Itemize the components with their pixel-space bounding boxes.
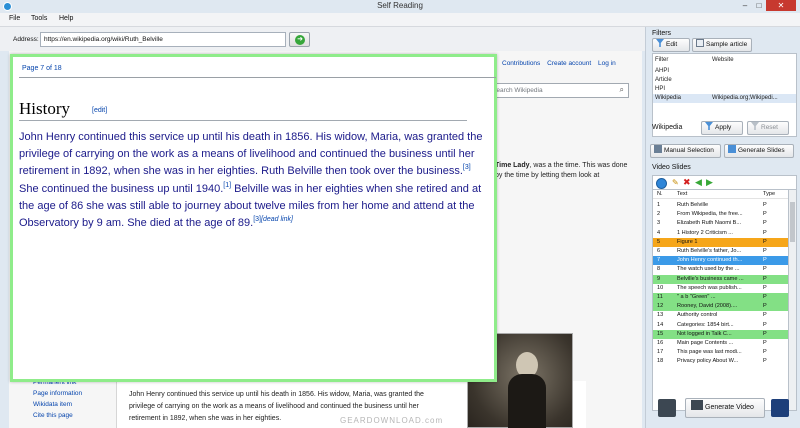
right-panel: Filters Edit Sample article Filter Websit… [645,27,800,428]
window-title: Self Reading [377,1,423,10]
link-log-in[interactable]: Log in [598,60,616,67]
sidebar-link-wikidata[interactable]: Wikidata item [33,399,82,410]
edit-filter-button[interactable]: Edit [652,38,690,52]
apply-button[interactable]: Apply [701,121,743,135]
slides-toolbar: ✎ ✖ ◀ ▶ [652,175,797,190]
slide-row[interactable]: 8 The watch used by the ... P [653,265,788,274]
selection-icon [654,145,662,153]
manual-selection-button[interactable]: Manual Selection [650,144,721,158]
sidebar-link-page-info[interactable]: Page information [33,388,82,399]
table-row[interactable]: AHPI [653,67,796,76]
slide-row[interactable]: 10 The speech was publish... P [653,284,788,293]
table-row[interactable]: Article [653,76,796,85]
snippet-bold: Time Lady [495,162,530,169]
slides-table[interactable]: N. Text Type 1 Ruth Belville P 2 From Wikipedi… [652,189,789,411]
edit-pencil-icon[interactable]: ✎ [672,178,679,187]
slide-row[interactable]: 14 Categories: 1854 birt... P [653,321,788,330]
menu-tools[interactable]: Tools [31,15,47,22]
slide-row[interactable]: 2 From Wikipedia, the free... P [653,210,788,219]
slides-icon [728,145,736,153]
address-bar: Address: ➜ [0,27,645,51]
video-slides-title: Video Slides [652,164,691,171]
title-bar: Self Reading – □ ✕ [0,0,800,13]
table-row[interactable]: HPI [653,85,796,94]
wiki-snippet: Time Lady, was a the time. This was done… [495,161,635,181]
link-contributions[interactable]: Contributions [502,60,540,67]
divider [19,77,496,78]
filters-title: Filters [652,30,672,37]
address-label: Address: [13,36,39,43]
section-heading: History [19,99,70,118]
slide-row[interactable]: 16 Main page Contents ... P [653,339,788,348]
wiki-sidebar: Permanent link Page information Wikidata… [33,377,82,421]
bottom-actions: Generate Video [652,395,797,421]
slide-row[interactable]: 18 Privacy policy About W... P [653,357,788,366]
watermark: GEARDOWNLOAD.com [340,416,444,425]
slide-row[interactable]: 12 Rooney, David (2008).... P [653,302,788,312]
reference-link[interactable]: [3] [463,164,471,171]
play-video-icon[interactable] [771,399,789,417]
video-settings-icon[interactable] [658,399,676,417]
filter-icon [705,122,713,130]
slides-scrollbar[interactable] [789,189,797,411]
go-button[interactable]: ➜ [289,32,310,47]
slides-header: N. Text Type [653,190,788,200]
slide-row[interactable]: 13 Authority control P [653,311,788,320]
reading-text: John Henry continued this service up unt… [19,131,483,230]
sample-article-button[interactable]: Sample article [692,38,752,52]
slide-row[interactable]: 6 Ruth Belville's father, Jo... P [653,247,788,256]
filters-header: Filter Website [655,57,734,63]
wiki-top-links: Contributions Create account Log in [502,60,621,67]
search-icon[interactable]: ⌕ [620,85,624,95]
divider [19,120,467,121]
minimize-button[interactable]: – [738,0,752,11]
link-create-account[interactable]: Create account [547,60,591,67]
generate-slides-button[interactable]: Generate Slides [724,144,794,158]
table-row[interactable]: Wikipedia Wikipedia.org;Wikipedi... [653,94,796,103]
reference-link[interactable]: [1] [223,182,231,189]
wiki-search-placeholder: Search Wikipedia [492,87,543,94]
edit-link[interactable]: [edit] [92,107,107,114]
slide-row[interactable]: 7 John Henry continued th... P [653,256,788,266]
slide-row[interactable]: 15 Not logged in Talk C... P [653,329,788,339]
reset-button[interactable]: Reset [747,121,789,135]
arrow-left-icon[interactable]: ◀ [695,177,702,188]
info-icon[interactable] [656,178,667,189]
close-button[interactable]: ✕ [766,0,796,11]
menu-bar: File Tools Help [0,13,800,27]
slide-row[interactable]: 1 Ruth Belville P [653,201,788,210]
document-icon [696,39,704,47]
filter-icon [656,39,664,47]
menu-file[interactable]: File [9,15,20,22]
address-input[interactable] [40,32,286,47]
slide-row[interactable]: 9 Belville's business came ... P [653,274,788,284]
reading-overlay: Page 7 of 18 History [edit] John Henry c… [10,54,497,382]
dead-link[interactable]: [dead link] [261,216,293,223]
maximize-button[interactable]: □ [752,0,766,11]
page-indicator: Page 7 of 18 [22,65,62,72]
sidebar-link-cite[interactable]: Cite this page [33,410,82,421]
delete-icon[interactable]: ✖ [683,177,691,188]
slide-row[interactable]: 5 Figure 1P [653,237,788,247]
slide-row[interactable]: 41 History 2 Criticism ... P [653,229,788,238]
menu-help[interactable]: Help [59,15,73,22]
slide-row[interactable]: 11 " a b "Green" ... P [653,293,788,303]
slide-row[interactable]: 3 Elizabeth Ruth Naomi B... P [653,219,788,228]
selected-filter-label: Wikipedia [652,124,683,131]
film-icon [691,400,703,410]
slide-row[interactable]: 17 This page was last modi... P [653,348,788,357]
filter-icon [751,122,759,130]
scroll-thumb[interactable] [790,202,795,242]
arrow-right-icon[interactable]: ▶ [706,177,713,188]
reference-link[interactable]: [3] [253,216,261,223]
go-arrow-icon: ➜ [295,35,305,45]
wiki-search-input[interactable]: Search Wikipedia ⌕ [487,83,629,98]
generate-video-button[interactable]: Generate Video [685,398,765,418]
